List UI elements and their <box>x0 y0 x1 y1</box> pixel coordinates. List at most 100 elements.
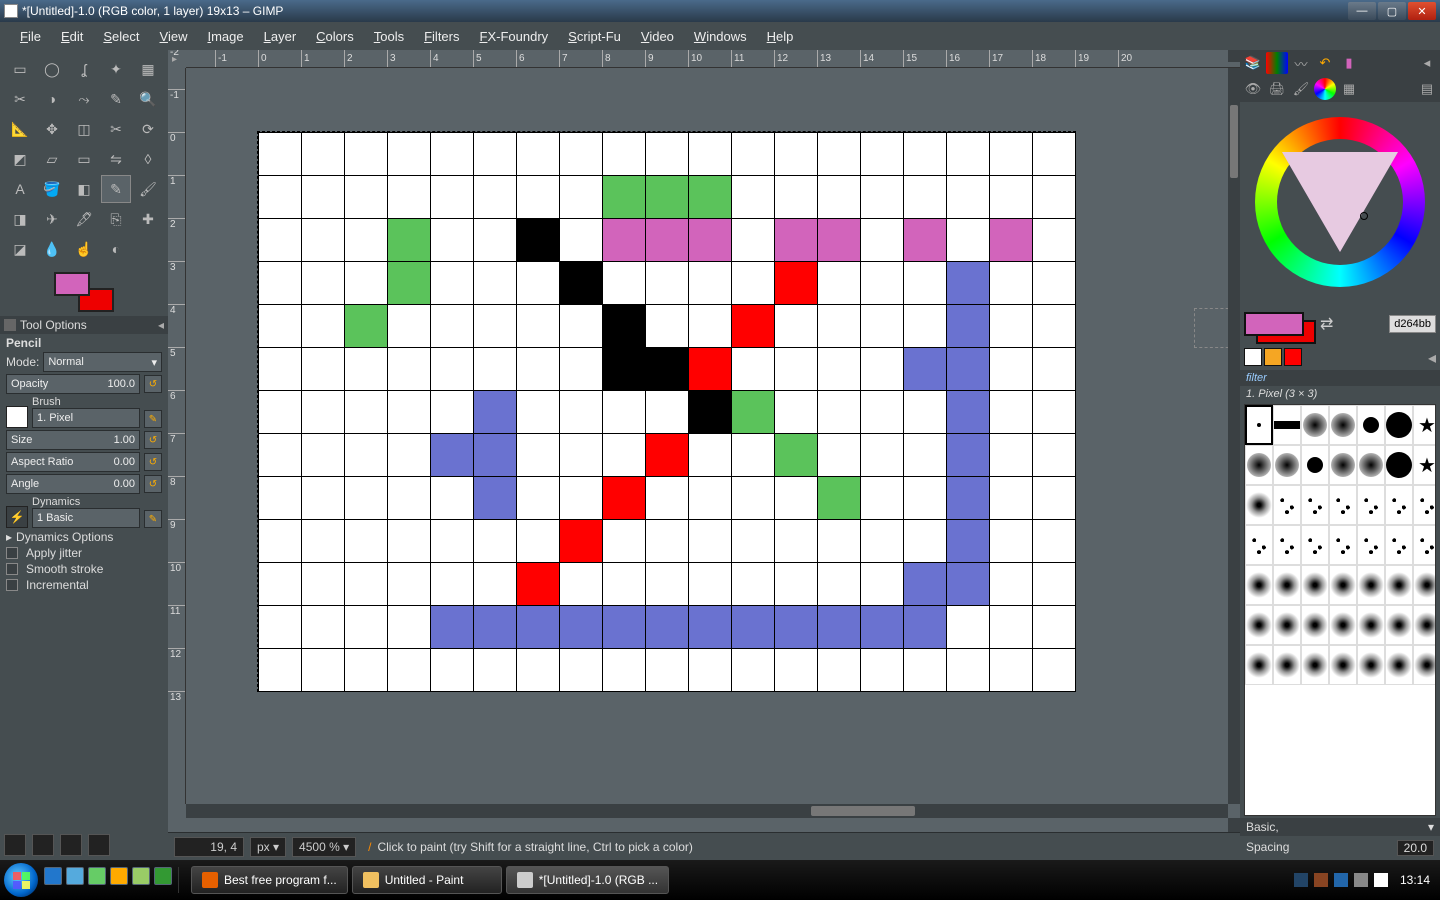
restore-preset-button[interactable] <box>32 834 54 856</box>
tool-bucket[interactable]: 🪣 <box>37 175 67 203</box>
tool-heal[interactable]: ✚ <box>133 205 163 233</box>
tool-blur[interactable]: 💧 <box>37 235 67 263</box>
pixel[interactable] <box>818 477 860 519</box>
opacity-slider[interactable]: Opacity100.0 <box>6 374 140 394</box>
brush-thumb[interactable] <box>1273 525 1301 565</box>
pixel[interactable] <box>431 434 473 476</box>
pixel[interactable] <box>775 434 817 476</box>
color-chooser[interactable] <box>54 272 114 312</box>
tool-scissors[interactable]: ✂ <box>5 85 35 113</box>
brush-thumb[interactable] <box>1301 605 1329 645</box>
brush-filter-field[interactable]: filter <box>1240 370 1440 386</box>
pixel[interactable] <box>689 176 731 218</box>
tray-volume-icon[interactable] <box>1374 873 1388 887</box>
menu-file[interactable]: File <box>10 25 51 48</box>
brush-thumb[interactable] <box>1413 485 1436 525</box>
pixel[interactable] <box>947 348 989 390</box>
floating-selection[interactable] <box>1194 308 1228 348</box>
pixel[interactable] <box>904 219 946 261</box>
tool-rotate[interactable]: ⟳ <box>133 115 163 143</box>
pixel[interactable] <box>560 262 602 304</box>
tool-fuzzy-select[interactable]: ✦ <box>101 55 131 83</box>
menu-select[interactable]: Select <box>93 25 149 48</box>
pixel[interactable] <box>603 176 645 218</box>
tool-eraser[interactable]: ◨ <box>5 205 35 233</box>
tool-dodge[interactable]: ◐ <box>101 235 131 263</box>
brush-selector[interactable]: 1. Pixel <box>32 408 140 428</box>
brush-thumb[interactable] <box>1329 565 1357 605</box>
pixel[interactable] <box>947 434 989 476</box>
menu-fx-foundry[interactable]: FX-Foundry <box>470 25 559 48</box>
grid-tab-icon[interactable]: ▤ <box>1416 78 1438 100</box>
window-maximize-button[interactable]: ▢ <box>1378 2 1406 20</box>
brush-thumb[interactable] <box>1329 485 1357 525</box>
start-button[interactable] <box>4 863 38 897</box>
brush-thumb[interactable] <box>1385 445 1413 485</box>
eye-icon[interactable]: 👁 <box>1242 78 1264 100</box>
pixel[interactable] <box>775 219 817 261</box>
tool-cage[interactable]: ◊ <box>133 145 163 173</box>
menu-video[interactable]: Video <box>631 25 684 48</box>
scrollbar-horizontal[interactable] <box>186 804 1228 818</box>
brush-edit-button[interactable]: ✎ <box>144 410 162 428</box>
pixel[interactable] <box>947 520 989 562</box>
brush-thumb[interactable] <box>1357 405 1385 445</box>
tool-free-select[interactable]: ʆ <box>69 55 99 83</box>
delete-preset-button[interactable] <box>60 834 82 856</box>
pixel[interactable] <box>603 606 645 648</box>
aspect-field[interactable]: Aspect Ratio0.00 <box>6 452 140 472</box>
tool-color-picker[interactable]: ✎ <box>101 85 131 113</box>
ql-icon[interactable] <box>88 867 106 885</box>
opacity-reset-button[interactable]: ↺ <box>144 375 162 393</box>
pixel[interactable] <box>517 563 559 605</box>
menu-edit[interactable]: Edit <box>51 25 93 48</box>
size-field[interactable]: Size1.00 <box>6 430 140 450</box>
pixel[interactable] <box>904 348 946 390</box>
brush-tab-icon[interactable]: 🖌 <box>1290 78 1312 100</box>
tool-clone[interactable]: ⎘ <box>101 205 131 233</box>
pixel[interactable] <box>818 606 860 648</box>
menu-tools[interactable]: Tools <box>364 25 414 48</box>
dynamics-edit-button[interactable]: ✎ <box>144 510 162 528</box>
pixel[interactable] <box>947 305 989 347</box>
brush-thumb[interactable] <box>1273 485 1301 525</box>
pixel[interactable] <box>947 262 989 304</box>
tool-move[interactable]: ✥ <box>37 115 67 143</box>
brush-thumb[interactable]: ★ <box>1413 445 1436 485</box>
taskbar-button[interactable]: *[Untitled]-1.0 (RGB ... <box>506 866 669 894</box>
tray-icon[interactable] <box>1354 873 1368 887</box>
pixel[interactable] <box>603 305 645 347</box>
tool-pencil[interactable]: ✎ <box>101 175 131 203</box>
color-picker-handle[interactable] <box>1360 212 1368 220</box>
tool-scale[interactable]: ◩ <box>5 145 35 173</box>
pixel[interactable] <box>646 434 688 476</box>
scrollbar-thumb[interactable] <box>811 806 915 816</box>
color-wheel[interactable] <box>1240 102 1440 302</box>
navigation-button[interactable] <box>1228 818 1240 832</box>
brush-thumb[interactable] <box>1329 445 1357 485</box>
layers-tab-icon[interactable]: 📚 <box>1242 52 1264 74</box>
save-preset-button[interactable] <box>4 834 26 856</box>
pixel[interactable] <box>603 477 645 519</box>
brush-thumb[interactable] <box>1301 405 1329 445</box>
tool-paintbrush[interactable]: 🖌 <box>133 175 163 203</box>
pixel[interactable] <box>947 563 989 605</box>
tool-rect-select[interactable]: ▭ <box>5 55 35 83</box>
menu-layer[interactable]: Layer <box>254 25 307 48</box>
ruler-corner[interactable] <box>1228 50 1240 62</box>
spacing-field[interactable]: Spacing 20.0 <box>1240 836 1440 860</box>
swatch[interactable] <box>1264 348 1282 366</box>
tray-icon[interactable] <box>1334 873 1348 887</box>
pixel[interactable] <box>689 391 731 433</box>
menu-script-fu[interactable]: Script-Fu <box>558 25 631 48</box>
dynamics-options-expander[interactable]: ▸ Dynamics Options <box>6 530 162 544</box>
pixel[interactable] <box>689 606 731 648</box>
pixel[interactable] <box>861 606 903 648</box>
tool-ink[interactable]: 🖋 <box>69 205 99 233</box>
smooth-checkbox[interactable]: Smooth stroke <box>6 562 162 576</box>
tool-paths[interactable]: ⤳ <box>69 85 99 113</box>
tool-flip[interactable]: ⇋ <box>101 145 131 173</box>
brush-thumb[interactable] <box>1301 445 1329 485</box>
scrollbar-thumb[interactable] <box>1230 105 1238 179</box>
canvas-area[interactable] <box>186 68 1228 804</box>
